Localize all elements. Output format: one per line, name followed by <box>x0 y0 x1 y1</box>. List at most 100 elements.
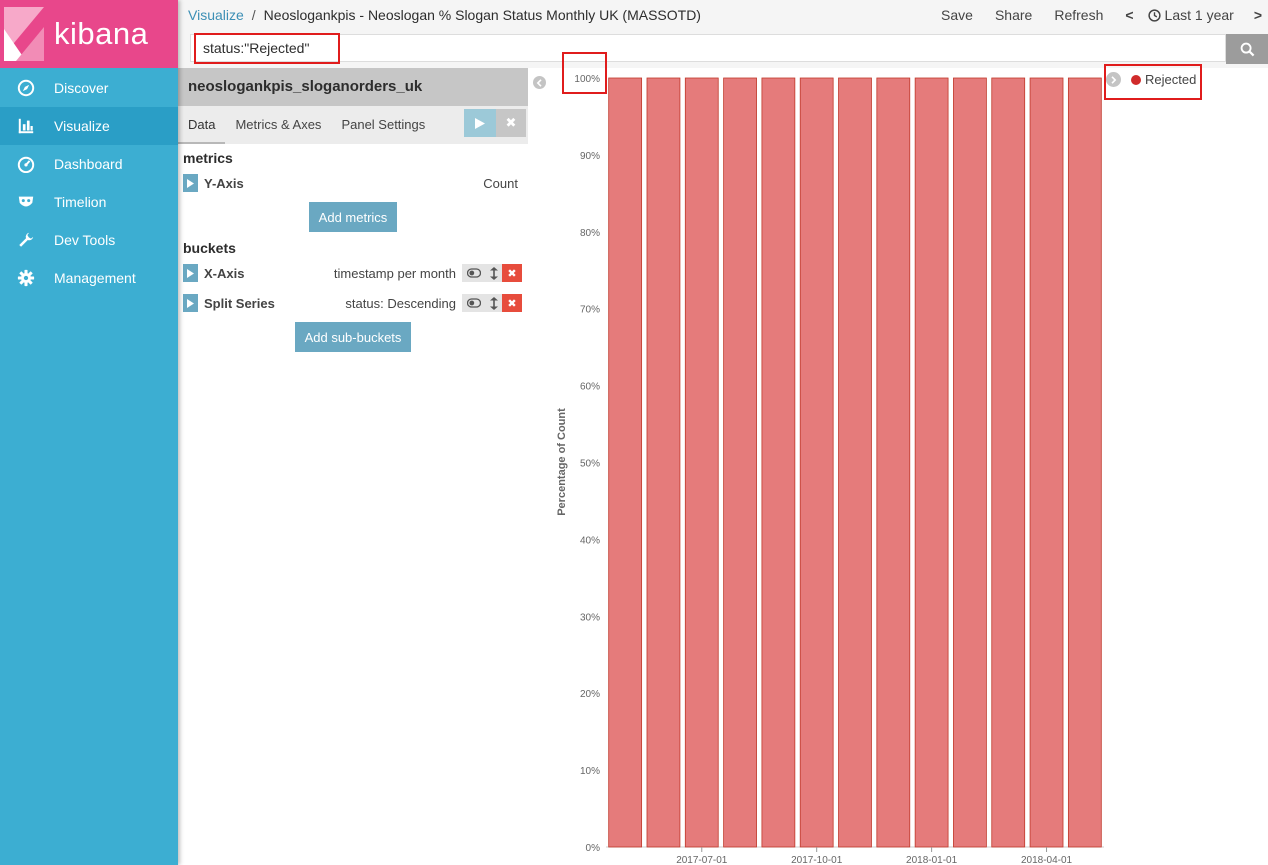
x-tick-label: 2017-10-01 <box>791 855 843 865</box>
time-next-button[interactable]: > <box>1254 7 1262 23</box>
legend-toggle-button[interactable] <box>1106 72 1121 87</box>
caret-right-icon <box>187 268 194 278</box>
bar-chart-icon <box>16 116 36 136</box>
gear-icon <box>16 268 36 288</box>
buckets-heading: buckets <box>183 240 236 256</box>
kibana-logo[interactable]: kibana <box>0 0 178 68</box>
bar-chart: 0% 10% 20% 30% 40% 50% 60% 70% 80% 90% 100% 2017-0… <box>556 74 1104 865</box>
dashboard-gauge-icon <box>16 154 36 174</box>
nav-item-dev-tools[interactable]: Dev Tools <box>0 221 178 259</box>
nav-label: Management <box>54 270 136 286</box>
legend-color-dot <box>1131 74 1141 85</box>
agg-name: X-Axis <box>204 265 245 281</box>
expand-x-axis-button[interactable] <box>183 264 198 282</box>
caret-right-icon <box>187 178 194 188</box>
agg-name: Split Series <box>204 295 275 311</box>
y-axis-label: Percentage of Count <box>556 408 568 516</box>
nav-item-timelion[interactable]: Timelion <box>0 183 178 221</box>
y-tick-label: 80% <box>580 228 600 239</box>
time-picker-button[interactable]: Last 1 year <box>1147 7 1234 23</box>
tab-metrics-axes[interactable]: Metrics & Axes <box>225 106 331 144</box>
bar[interactable] <box>953 77 987 848</box>
top-nav-bar: Visualize / Neoslogankpis - Neoslogan % … <box>178 0 1268 30</box>
chevron-left-icon <box>536 78 542 87</box>
share-button[interactable]: Share <box>995 7 1032 23</box>
agg-description: status: Descending <box>345 295 456 311</box>
kibana-logo-icon <box>4 7 44 61</box>
nav-label: Discover <box>54 80 109 96</box>
toggle-and-sort-controls <box>462 294 502 312</box>
x-tick-label: 2017-07-01 <box>676 855 728 865</box>
bar[interactable] <box>876 77 911 848</box>
bar[interactable] <box>1067 77 1102 848</box>
play-icon <box>475 117 485 129</box>
bar[interactable] <box>723 77 757 848</box>
y-tick-label: 60% <box>580 382 600 393</box>
tab-data[interactable]: Data <box>178 106 226 144</box>
reorder-arrows-icon[interactable] <box>489 296 498 310</box>
agg-controls: ✖ <box>462 294 522 312</box>
y-tick-label: 20% <box>580 689 600 700</box>
nav-label: Dev Tools <box>54 232 116 248</box>
editor-actions: ✖ <box>464 109 526 137</box>
bar[interactable] <box>914 77 949 848</box>
remove-split-series-button[interactable]: ✖ <box>502 294 522 312</box>
sidebar: kibana Discover Visualize Dashboard Time… <box>0 0 178 865</box>
collapse-editor-button[interactable] <box>533 76 546 89</box>
bar[interactable] <box>991 77 1026 848</box>
clock-icon <box>1147 8 1161 22</box>
agg-description: timestamp per month <box>333 265 456 281</box>
agg-controls: ✖ <box>462 264 522 282</box>
nav-item-management[interactable]: Management <box>0 259 178 297</box>
remove-x-axis-button[interactable]: ✖ <box>502 264 522 282</box>
nav-item-discover[interactable]: Discover <box>0 69 178 107</box>
bar[interactable] <box>608 77 643 848</box>
brand-name: kibana <box>54 16 149 51</box>
add-sub-buckets-button[interactable]: Add sub-buckets <box>294 322 412 352</box>
time-prev-button[interactable]: < <box>1125 7 1133 23</box>
nav-label: Visualize <box>54 118 110 134</box>
breadcrumb-separator: / <box>251 7 256 23</box>
metric-y-axis-row[interactable]: Y-Axis Count <box>178 168 528 198</box>
bar[interactable] <box>799 77 834 848</box>
search-button[interactable] <box>1226 34 1268 64</box>
bar[interactable] <box>684 77 719 848</box>
save-button[interactable]: Save <box>941 7 973 23</box>
bucket-x-axis-row[interactable]: X-Axis timestamp per month ✖ <box>178 258 528 288</box>
y-tick-label: 100% <box>574 74 600 85</box>
apply-changes-button[interactable] <box>464 109 496 137</box>
toggle-icon[interactable] <box>466 298 481 308</box>
legend-item-rejected[interactable]: Rejected <box>1145 72 1196 87</box>
reorder-arrows-icon[interactable] <box>489 266 498 280</box>
breadcrumb-visualize-link[interactable]: Visualize <box>188 7 244 23</box>
bar[interactable] <box>838 77 872 848</box>
y-tick-label: 0% <box>586 843 601 854</box>
toggle-and-sort-controls <box>462 264 502 282</box>
search-icon <box>1240 42 1254 56</box>
bar[interactable] <box>1029 77 1064 848</box>
nav-label: Dashboard <box>54 156 123 172</box>
bucket-split-series-row[interactable]: Split Series status: Descending ✖ <box>178 288 528 318</box>
toggle-icon[interactable] <box>466 268 481 278</box>
y-tick-label: 50% <box>580 459 600 470</box>
y-tick-label: 70% <box>580 305 600 316</box>
bar[interactable] <box>646 77 681 848</box>
wrench-icon <box>16 230 36 250</box>
y-tick-label: 90% <box>580 151 600 162</box>
time-range-label: Last 1 year <box>1164 7 1234 23</box>
y-tick-label: 10% <box>580 766 600 777</box>
tab-panel-settings[interactable]: Panel Settings <box>331 106 435 144</box>
x-tick-label: 2018-04-01 <box>1021 855 1073 865</box>
refresh-button[interactable]: Refresh <box>1054 7 1103 23</box>
nav-item-dashboard[interactable]: Dashboard <box>0 145 178 183</box>
timelion-mask-icon <box>16 192 36 212</box>
query-input[interactable]: status:"Rejected" <box>190 34 1226 62</box>
add-metrics-button[interactable]: Add metrics <box>308 202 398 232</box>
discard-changes-button[interactable]: ✖ <box>496 109 526 137</box>
bar[interactable] <box>761 77 796 848</box>
expand-split-series-button[interactable] <box>183 294 198 312</box>
y-tick-label: 30% <box>580 612 600 623</box>
expand-y-axis-button[interactable] <box>183 174 198 192</box>
nav-item-visualize[interactable]: Visualize <box>0 107 178 145</box>
editor-tabs: Data Metrics & Axes Panel Settings ✖ <box>178 106 528 144</box>
